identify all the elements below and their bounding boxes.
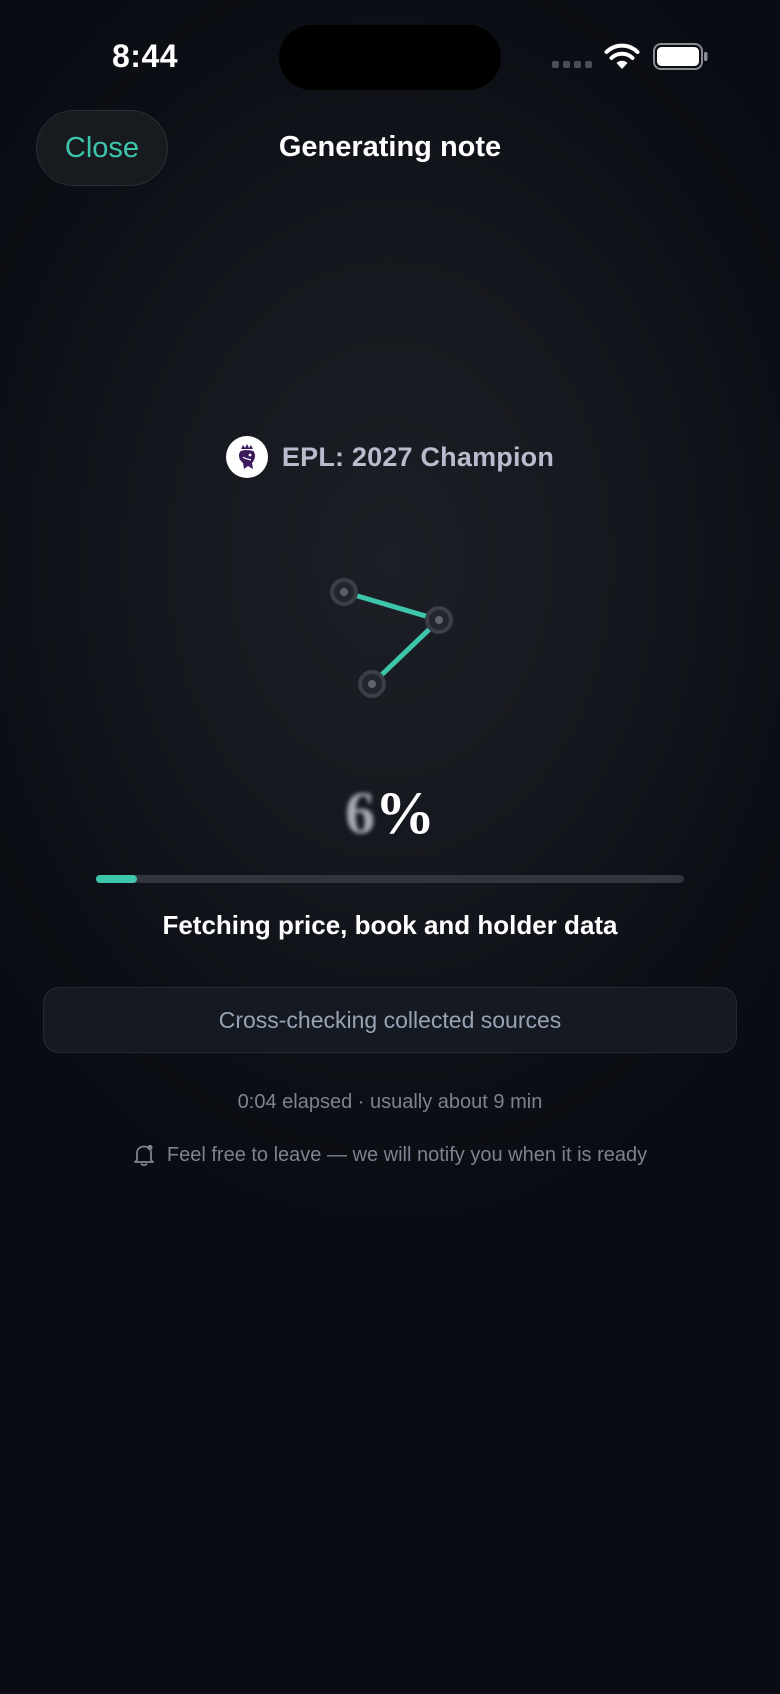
dynamic-island bbox=[279, 25, 501, 90]
progress-bar-fill bbox=[96, 875, 138, 883]
stage-label: Fetching price, book and holder data bbox=[162, 910, 618, 940]
substep-pill: Cross-checking collected sources bbox=[43, 987, 737, 1053]
wifi-icon bbox=[604, 43, 640, 69]
premier-league-lion-icon bbox=[225, 436, 268, 478]
page-title: Generating note bbox=[278, 131, 502, 163]
percent-symbol: % bbox=[375, 780, 435, 846]
status-time: 8:44 bbox=[112, 38, 179, 74]
battery-icon bbox=[653, 43, 708, 70]
loader-graph-icon bbox=[330, 578, 453, 698]
bell-icon bbox=[133, 1144, 154, 1167]
status-bar: 8:44 bbox=[0, 0, 780, 110]
market-header: EPL: 2027 Champion bbox=[0, 436, 780, 478]
notify-notice: Feel free to leave — we will notify you … bbox=[0, 1143, 780, 1167]
progress-bar bbox=[96, 875, 684, 883]
cellular-dots-icon bbox=[552, 61, 594, 69]
market-name: EPL: 2027 Champion bbox=[281, 441, 555, 472]
progress-digit: 6 bbox=[345, 780, 375, 846]
progress-percent: 6% bbox=[0, 778, 780, 848]
elapsed-text: 0:04 elapsed · usually about 9 min bbox=[237, 1091, 543, 1113]
notify-text: Feel free to leave — we will notify you … bbox=[166, 1143, 648, 1166]
